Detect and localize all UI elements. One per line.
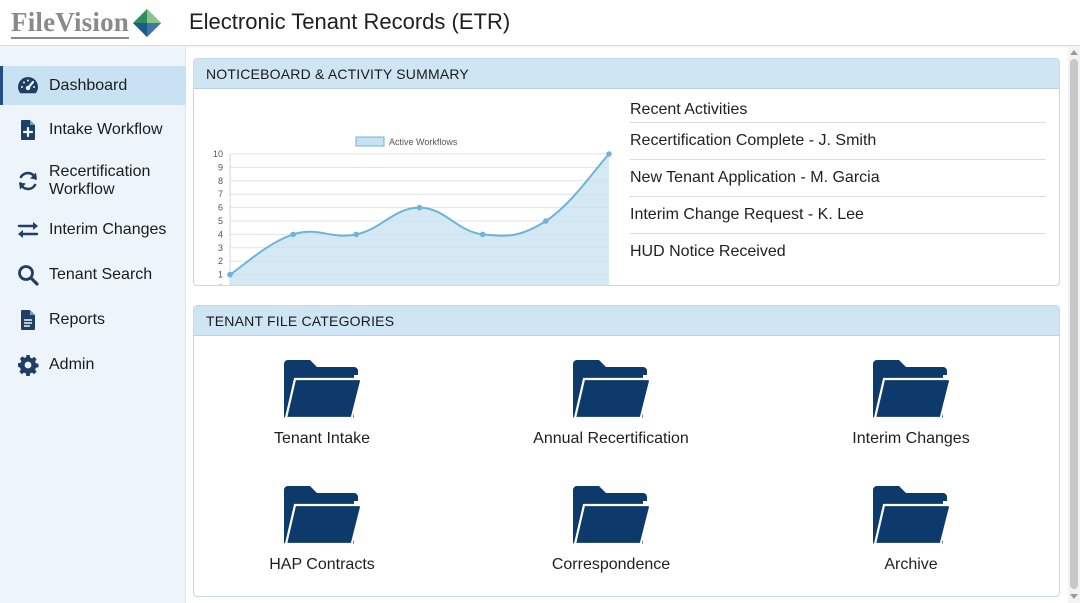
data-point [479, 231, 486, 238]
recent-activities: Recent Activities Recertification Comple… [630, 97, 1046, 271]
y-tick-label: 10 [213, 149, 223, 159]
data-point [606, 151, 612, 157]
folder-icon [284, 360, 362, 420]
noticeboard-panel: NOTICEBOARD & ACTIVITY SUMMARY 0 1 2 3 4 5 6 7 8… [193, 58, 1060, 286]
category-tenant-intake[interactable]: Tenant Intake [222, 358, 422, 448]
folder-icon [573, 360, 651, 420]
refresh-icon [16, 169, 40, 193]
recent-activity-item[interactable]: New Tenant Application - M. Garcia [630, 160, 1046, 197]
y-tick-label: 2 [218, 256, 223, 266]
file-plus-icon [16, 118, 40, 142]
sidebar-item-label: Recertification Workflow [49, 163, 151, 198]
folder-icon [873, 486, 951, 546]
sidebar-item-admin[interactable]: Admin [0, 346, 186, 384]
sidebar-item-label: Interim Changes [49, 221, 167, 238]
sidebar-item-label: Intake Workflow [49, 121, 163, 138]
search-icon [16, 263, 40, 287]
sidebar-item-dashboard[interactable]: Dashboard [0, 66, 186, 105]
app-header: FileVision Electronic Tenant Records (ET… [0, 0, 1080, 46]
noticeboard-header: NOTICEBOARD & ACTIVITY SUMMARY [194, 59, 1059, 89]
category-correspondence[interactable]: Correspondence [511, 484, 711, 574]
sidebar: Dashboard Intake Workflow Recertificatio… [0, 47, 186, 603]
folder-icon [873, 360, 951, 420]
category-label: Correspondence [551, 556, 671, 573]
data-point [290, 231, 296, 238]
sidebar-item-label: Reports [49, 311, 106, 328]
sidebar-item-intake-workflow[interactable]: Intake Workflow [0, 111, 186, 149]
folder-icon [284, 486, 362, 546]
y-tick-label: 5 [218, 216, 223, 226]
scroll-up-arrow-icon[interactable] [1070, 50, 1078, 55]
category-interim-changes[interactable]: Interim Changes [811, 358, 1011, 448]
y-tick-label: 7 [218, 189, 223, 199]
category-label: HAP Contracts [269, 556, 375, 573]
series-area [230, 154, 609, 285]
category-label: Interim Changes [852, 430, 970, 447]
recent-activity-item[interactable]: HUD Notice Received [630, 234, 1046, 271]
data-point [227, 271, 233, 278]
y-tick-label: 0 [218, 283, 223, 286]
sidebar-item-label: Tenant Search [49, 266, 153, 283]
folder-icon [573, 486, 651, 546]
data-point [353, 231, 360, 238]
data-point [416, 204, 423, 211]
active-workflows-chart: 0 1 2 3 4 5 6 7 8 9 10 Active Workflows [213, 136, 612, 286]
category-hap-contracts[interactable]: HAP Contracts [222, 484, 422, 574]
y-tick-label: 3 [218, 243, 223, 253]
logo-diamond-icon [133, 9, 162, 37]
category-label: Tenant Intake [273, 430, 371, 447]
sidebar-item-label: Dashboard [49, 76, 128, 94]
logo-text: FileVision [11, 6, 130, 39]
legend-label: Active Workflows [389, 137, 458, 147]
y-tick-label: 1 [218, 270, 223, 280]
sidebar-item-reports[interactable]: Reports [0, 301, 186, 339]
filevision-logo[interactable]: FileVision [11, 6, 162, 40]
category-annual-recertification[interactable]: Annual Recertification [511, 358, 711, 448]
y-tick-label: 8 [218, 176, 223, 186]
y-tick-label: 6 [218, 203, 223, 213]
recent-activity-item[interactable]: Interim Change Request - K. Lee [630, 197, 1046, 234]
data-point [543, 218, 549, 224]
swap-arrows-icon [16, 218, 40, 242]
category-archive[interactable]: Archive [811, 484, 1011, 574]
sidebar-item-interim-changes[interactable]: Interim Changes [0, 211, 186, 249]
dashboard-icon [16, 74, 40, 98]
legend-swatch [355, 136, 385, 147]
scroll-down-arrow-icon[interactable] [1070, 594, 1078, 599]
category-label: Archive [884, 556, 938, 573]
sidebar-item-label: Admin [49, 356, 95, 373]
sidebar-item-recertification-workflow[interactable]: Recertification Workflow [0, 159, 186, 203]
sidebar-item-tenant-search[interactable]: Tenant Search [0, 256, 186, 294]
categories-header: TENANT FILE CATEGORIES [194, 306, 1059, 336]
main-scrollbar[interactable] [1068, 47, 1080, 603]
category-label: Annual Recertification [533, 430, 689, 447]
document-icon [16, 308, 40, 332]
y-tick-label: 4 [218, 229, 223, 239]
app-title: Electronic Tenant Records (ETR) [189, 9, 511, 34]
tenant-file-categories-panel: TENANT FILE CATEGORIES Tenant Intake Ann… [193, 305, 1060, 597]
scroll-thumb[interactable] [1070, 59, 1078, 589]
recent-activities-title: Recent Activities [630, 97, 1046, 123]
y-tick-label: 9 [218, 162, 223, 172]
gear-icon [16, 353, 40, 377]
recent-activity-item[interactable]: Recertification Complete - J. Smith [630, 123, 1046, 160]
